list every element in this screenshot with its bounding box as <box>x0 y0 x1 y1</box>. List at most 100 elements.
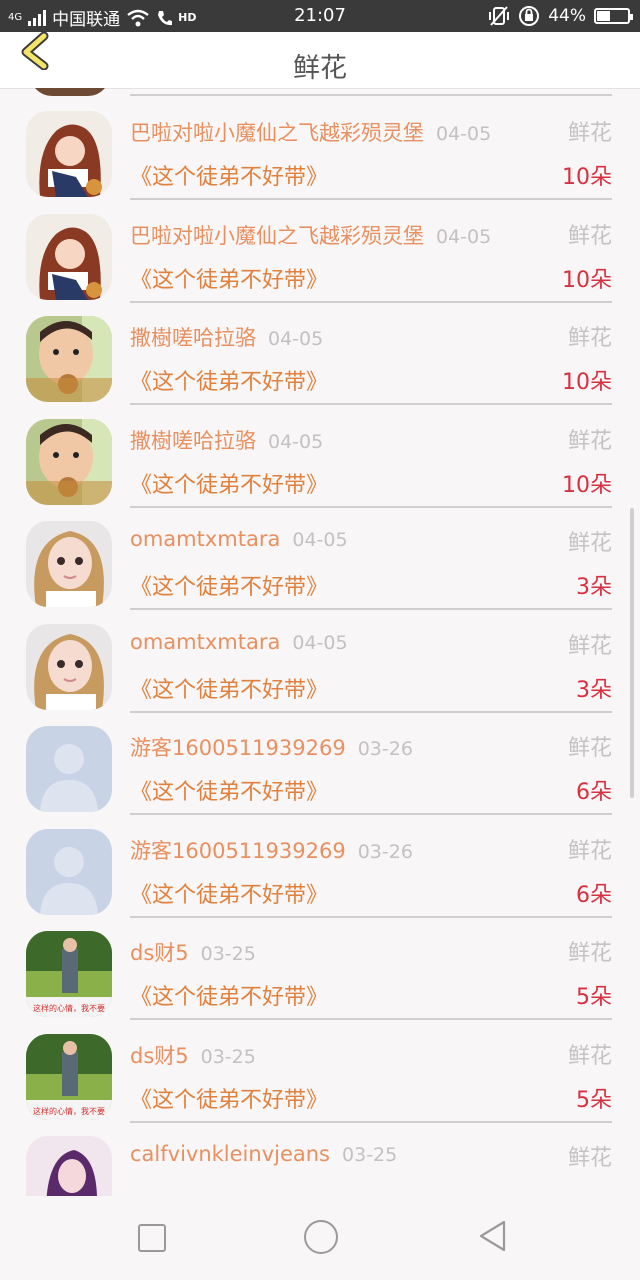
gift-date: 04-05 <box>268 328 324 350</box>
user-avatar[interactable] <box>26 828 112 915</box>
user-name: 游客1600511939269 <box>130 736 346 760</box>
gift-date: 04-05 <box>268 430 324 453</box>
gift-date: 04-05 <box>436 123 492 145</box>
gift-date: 03-25 <box>342 1144 398 1166</box>
user-avatar[interactable] <box>26 1136 112 1196</box>
gift-type: 鲜花 <box>567 941 612 966</box>
battery-fill <box>597 11 611 21</box>
flower-count: 10朵 <box>562 370 612 395</box>
user-avatar[interactable] <box>26 316 112 402</box>
user-name-line: calfvivnkleinvjeans 03-25 <box>130 1142 397 1166</box>
square-icon[interactable] <box>138 1224 166 1252</box>
status-bar: 4G 中国联通 HD 21:07 44% <box>0 0 640 32</box>
gift-date: 04-05 <box>436 225 492 248</box>
gift-type: 鲜花 <box>567 736 612 761</box>
book-title[interactable]: 《这个徒弟不好带》 <box>130 467 328 499</box>
user-avatar[interactable] <box>26 418 112 505</box>
flower-record-list[interactable]: 巴啦对啦小魔仙之飞越彩殒灵堡 04-05 鲜花 《这个徒弟不好带》 10朵 巴啦对… <box>0 88 640 1196</box>
book-title[interactable]: 《这个徒弟不好带》 <box>130 569 328 601</box>
user-name-line: ds财5 03-25 <box>130 937 256 967</box>
user-name-line: omamtxmtara 04-05 <box>130 630 348 654</box>
book-title[interactable]: 《这个徒弟不好带》 <box>130 262 328 294</box>
gift-date: 03-26 <box>357 840 413 863</box>
user-name-line: 撒樹嗟哈拉骆 04-05 <box>130 425 323 455</box>
user-avatar[interactable]: 这样的心情，我不要 <box>26 1033 112 1120</box>
list-item[interactable]: omamtxmtara 04-05 鲜花 《这个徒弟不好带》 3朵 <box>0 507 640 610</box>
user-name-line: 巴啦对啦小魔仙之飞越彩殒灵堡 04-05 <box>130 220 491 250</box>
page-title: 鲜花 <box>293 53 347 84</box>
divider <box>130 94 612 96</box>
flower-count: 10朵 <box>562 267 612 293</box>
book-title[interactable]: 《这个徒弟不好带》 <box>130 1082 328 1114</box>
gift-type: 鲜花 <box>567 121 612 146</box>
gift-date: 03-25 <box>200 1045 256 1068</box>
user-avatar[interactable] <box>26 623 112 710</box>
user-name: 巴啦对啦小魔仙之飞越彩殒灵堡 <box>130 223 424 248</box>
book-title[interactable]: 《这个徒弟不好带》 <box>130 774 328 806</box>
user-name: ds财5 <box>130 1043 189 1068</box>
gift-date: 04-05 <box>292 631 348 654</box>
user-avatar[interactable] <box>26 726 112 812</box>
vibrate-icon <box>489 6 510 26</box>
header-bar: 鲜花 <box>0 31 640 89</box>
user-name: calfvivnkleinvjeans <box>130 1142 331 1166</box>
user-name: 撒樹嗟哈拉骆 <box>130 428 256 453</box>
flower-count: 3朵 <box>576 575 612 600</box>
svg-text:这样的心情，我不要: 这样的心情，我不要 <box>33 1003 105 1013</box>
user-avatar[interactable] <box>26 521 112 607</box>
gift-date: 04-05 <box>292 529 348 551</box>
user-name-line: ds财5 03-25 <box>130 1040 256 1070</box>
flower-count: 5朵 <box>576 1087 612 1113</box>
user-name: 巴啦对啦小魔仙之飞越彩殒灵堡 <box>130 121 424 145</box>
scrollbar[interactable] <box>630 508 634 798</box>
flower-count: 6朵 <box>576 882 612 908</box>
user-name: 游客1600511939269 <box>130 838 346 863</box>
user-name: omamtxmtara <box>130 527 281 551</box>
back-triangle-icon[interactable] <box>478 1220 508 1252</box>
svg-text:这样的心情，我不要: 这样的心情，我不要 <box>33 1106 105 1116</box>
rotation-lock-icon <box>519 6 540 26</box>
list-item[interactable]: calfvivnkleinvjeans 03-25 鲜花 <box>0 1122 640 1196</box>
gift-type: 鲜花 <box>567 1146 612 1171</box>
user-name-line: 游客1600511939269 03-26 <box>130 835 413 865</box>
user-name-line: 巴啦对啦小魔仙之飞越彩殒灵堡 04-05 <box>130 117 491 147</box>
user-name-line: 游客1600511939269 03-26 <box>130 732 413 762</box>
system-nav-bar <box>0 1196 640 1280</box>
list-item[interactable]: 这样的心情，我不要 ds财5 03-25 鲜花 《这个徒弟不好带》 5朵 <box>0 917 640 1020</box>
book-title[interactable]: 《这个徒弟不好带》 <box>130 672 328 704</box>
gift-date: 03-25 <box>200 943 256 965</box>
book-title[interactable]: 《这个徒弟不好带》 <box>130 159 328 191</box>
flower-count: 10朵 <box>562 165 612 190</box>
partial-avatar <box>30 88 110 96</box>
user-avatar[interactable] <box>26 213 112 300</box>
status-right: 44% <box>488 5 633 27</box>
flower-count: 6朵 <box>576 780 612 805</box>
list-item[interactable]: 游客1600511939269 03-26 鲜花 《这个徒弟不好带》 6朵 <box>0 815 640 918</box>
user-name-line: omamtxmtara 04-05 <box>130 527 348 551</box>
circle-icon[interactable] <box>304 1220 338 1254</box>
list-item[interactable]: 撒樹嗟哈拉骆 04-05 鲜花 《这个徒弟不好带》 10朵 <box>0 302 640 405</box>
gift-type: 鲜花 <box>567 838 612 864</box>
list-item[interactable]: omamtxmtara 04-05 鲜花 《这个徒弟不好带》 3朵 <box>0 610 640 713</box>
flower-count: 5朵 <box>576 985 612 1010</box>
list-item[interactable]: 巴啦对啦小魔仙之飞越彩殒灵堡 04-05 鲜花 《这个徒弟不好带》 10朵 <box>0 200 640 303</box>
user-avatar[interactable] <box>26 111 112 197</box>
gift-type: 鲜花 <box>567 428 612 454</box>
gift-type: 鲜花 <box>567 531 612 556</box>
list-item[interactable]: 这样的心情，我不要 ds财5 03-25 鲜花 《这个徒弟不好带》 5朵 <box>0 1020 640 1123</box>
book-title[interactable]: 《这个徒弟不好带》 <box>130 877 328 909</box>
user-name: omamtxmtara <box>130 629 281 654</box>
gift-type: 鲜花 <box>567 223 612 249</box>
gift-type: 鲜花 <box>567 326 612 351</box>
flower-count: 10朵 <box>562 472 612 498</box>
book-title[interactable]: 《这个徒弟不好带》 <box>130 364 328 396</box>
book-title[interactable]: 《这个徒弟不好带》 <box>130 979 328 1011</box>
list-item[interactable]: 游客1600511939269 03-26 鲜花 《这个徒弟不好带》 6朵 <box>0 712 640 815</box>
list-item[interactable]: 撒樹嗟哈拉骆 04-05 鲜花 《这个徒弟不好带》 10朵 <box>0 405 640 508</box>
flower-count: 3朵 <box>576 677 612 703</box>
list-item[interactable]: 巴啦对啦小魔仙之飞越彩殒灵堡 04-05 鲜花 《这个徒弟不好带》 10朵 <box>0 97 640 200</box>
battery-icon <box>594 8 633 24</box>
user-avatar[interactable]: 这样的心情，我不要 <box>26 931 112 1017</box>
gift-type: 鲜花 <box>567 1043 612 1069</box>
battery-percent: 44% <box>548 6 586 26</box>
